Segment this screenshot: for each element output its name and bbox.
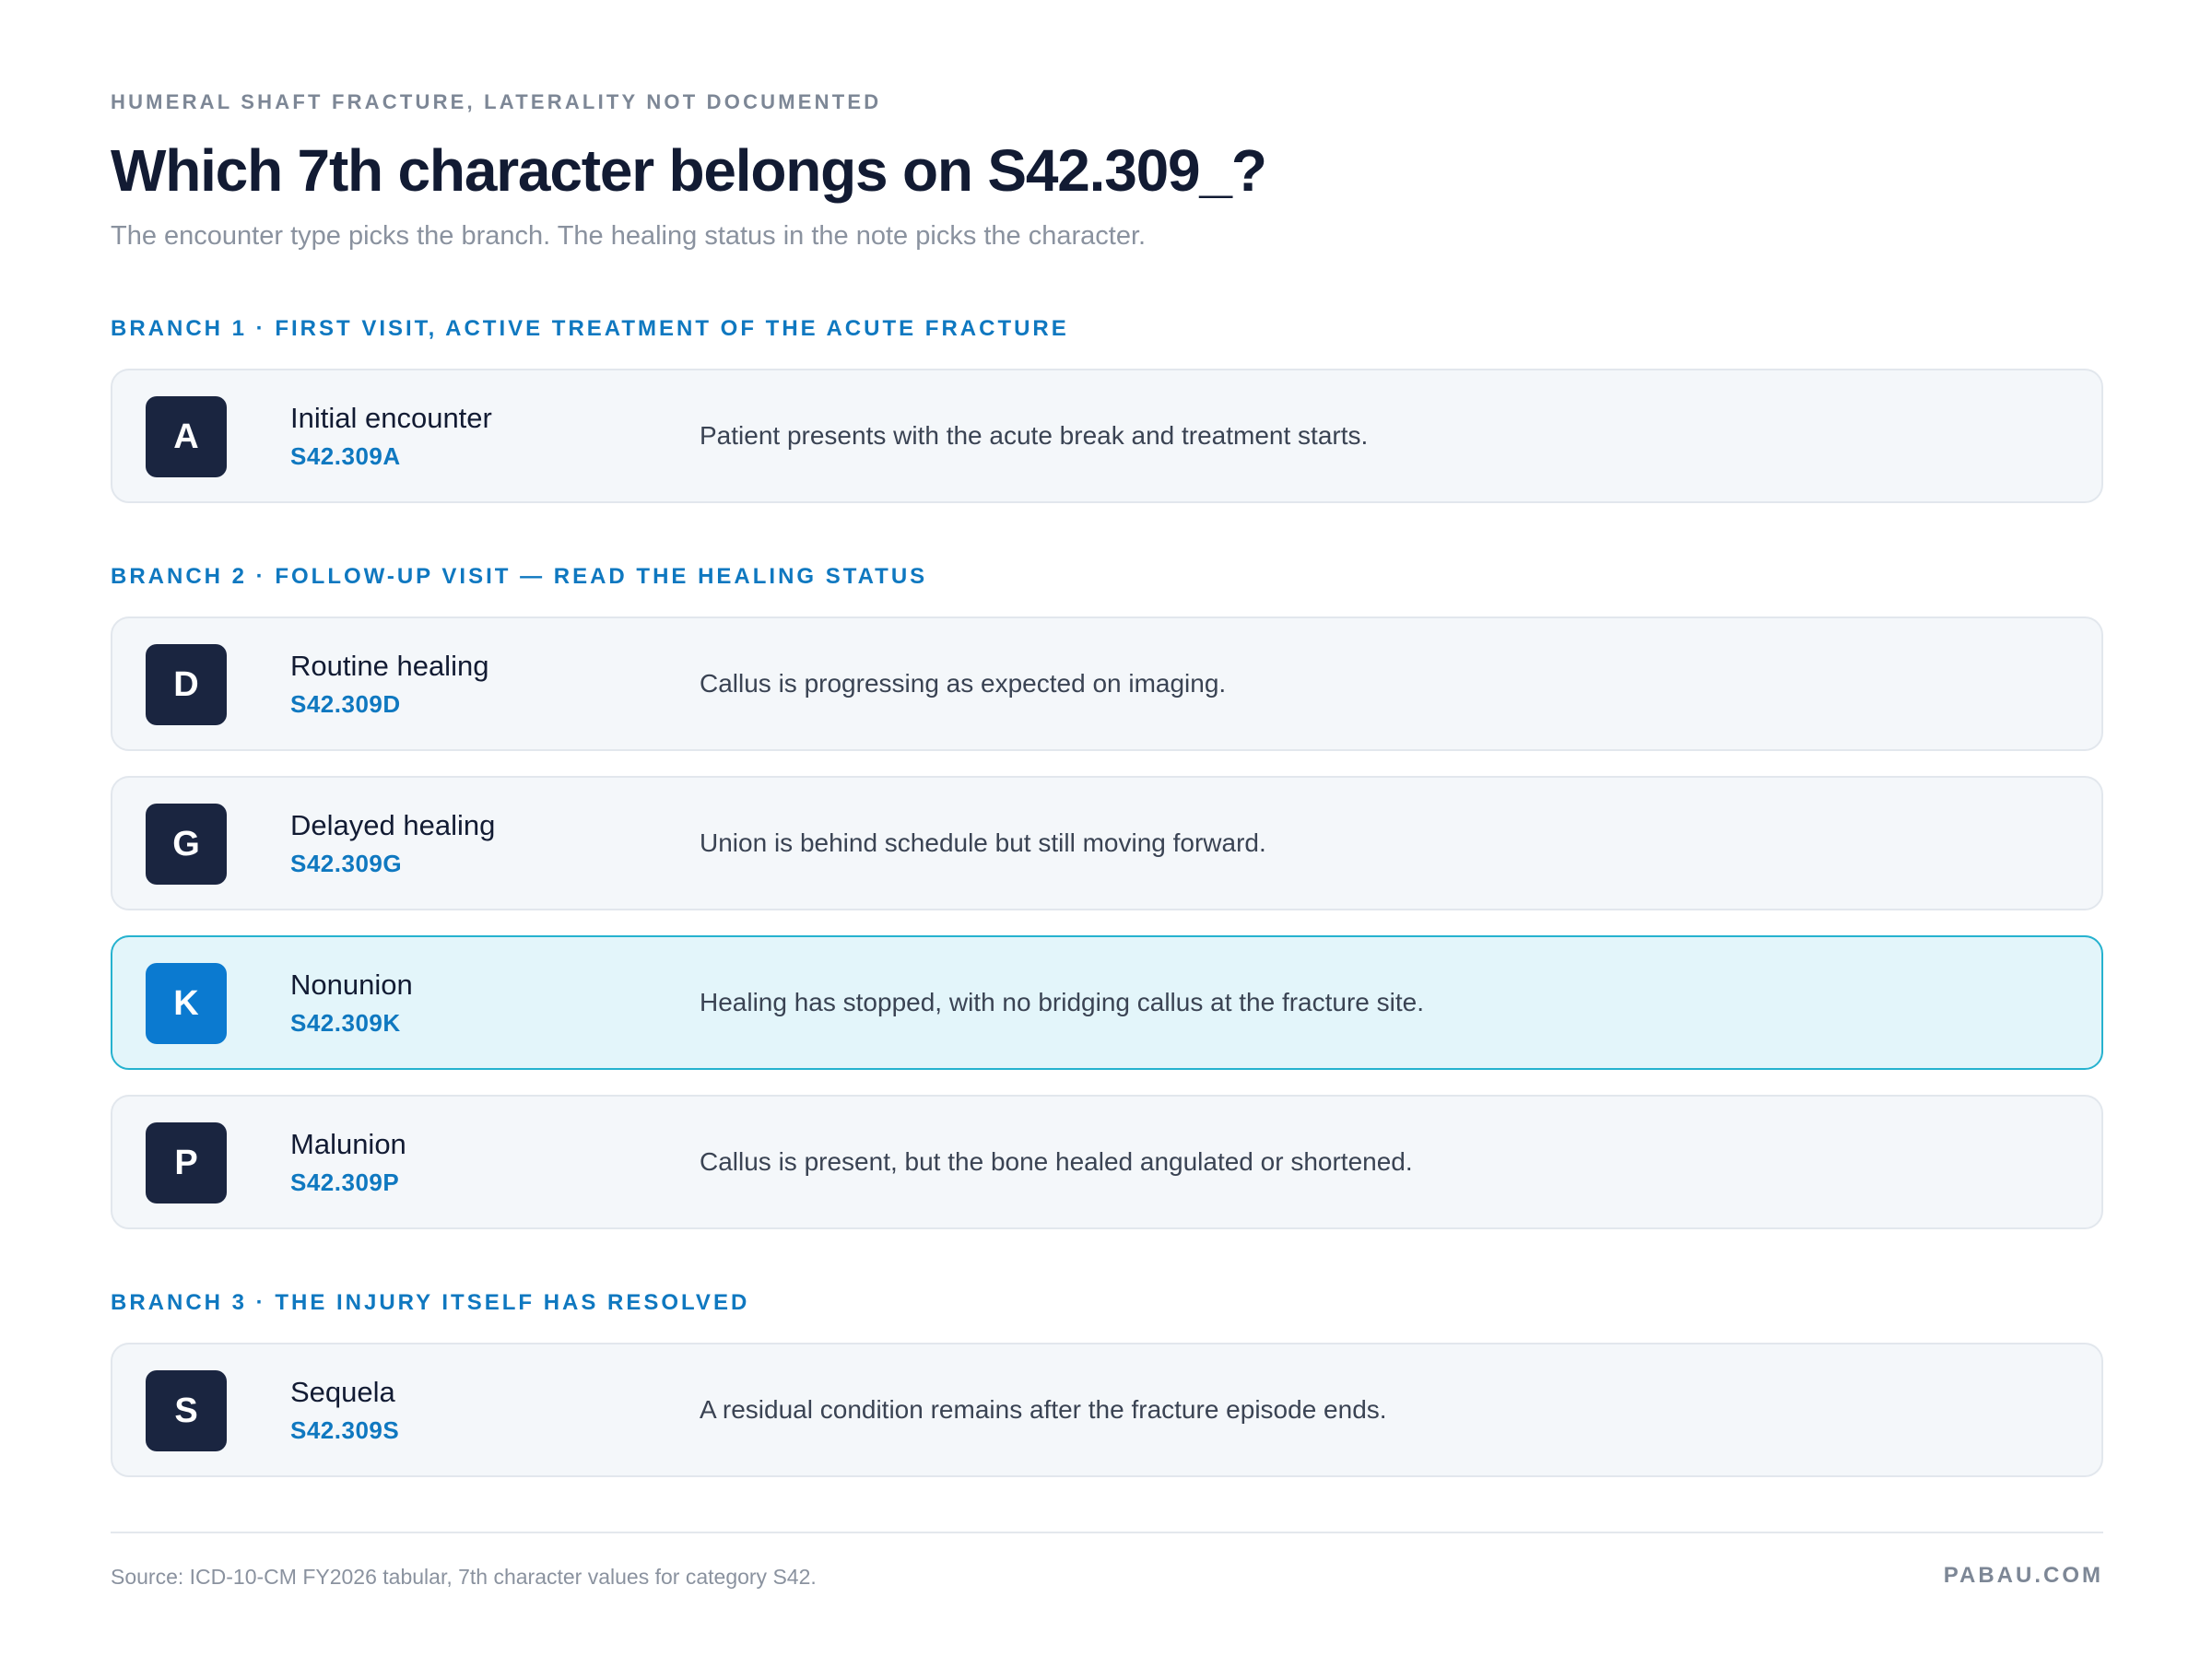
character-badge: K <box>146 963 227 1044</box>
option-name: Routine healing <box>290 650 489 682</box>
character-badge: D <box>146 644 227 725</box>
branch-1-label: BRANCH 1 · FIRST VISIT, ACTIVE TREATMENT… <box>111 316 1069 341</box>
character-badge: S <box>146 1370 227 1451</box>
option-description: Callus is present, but the bone healed a… <box>700 1147 1413 1176</box>
option-name: Sequela <box>290 1376 395 1408</box>
option-name: Malunion <box>290 1128 406 1160</box>
option-card-k-highlighted: K Nonunion S42.309K Healing has stopped,… <box>111 935 2103 1070</box>
branch-2-label: BRANCH 2 · FOLLOW-UP VISIT — READ THE HE… <box>111 564 928 589</box>
character-badge: A <box>146 396 227 477</box>
option-code: S42.309K <box>290 1009 401 1037</box>
option-code: S42.309A <box>290 442 401 470</box>
option-code: S42.309S <box>290 1416 400 1444</box>
eyebrow: HUMERAL SHAFT FRACTURE, LATERALITY NOT D… <box>111 90 882 113</box>
option-code: S42.309D <box>290 690 401 718</box>
option-card-g: G Delayed healing S42.309G Union is behi… <box>111 776 2103 910</box>
branch-3-label: BRANCH 3 · THE INJURY ITSELF HAS RESOLVE… <box>111 1290 750 1315</box>
brand-logo-text: PABAU.COM <box>1943 1563 2103 1588</box>
option-name: Initial encounter <box>290 402 492 434</box>
option-description: Healing has stopped, with no bridging ca… <box>700 988 1425 1016</box>
option-code: S42.309P <box>290 1168 400 1196</box>
option-description: Callus is progressing as expected on ima… <box>700 669 1227 698</box>
option-description: Patient presents with the acute break an… <box>700 421 1369 450</box>
option-name: Delayed healing <box>290 809 496 841</box>
option-card-p: P Malunion S42.309P Callus is present, b… <box>111 1095 2103 1229</box>
footer-divider <box>111 1532 2103 1533</box>
option-card-a: A Initial encounter S42.309A Patient pre… <box>111 369 2103 503</box>
source-note: Source: ICD-10-CM FY2026 tabular, 7th ch… <box>111 1565 817 1589</box>
option-description: Union is behind schedule but still movin… <box>700 828 1266 857</box>
option-description: A residual condition remains after the f… <box>700 1395 1387 1424</box>
option-code: S42.309G <box>290 850 403 877</box>
page-subtitle: The encounter type picks the branch. The… <box>111 221 1147 251</box>
character-badge: G <box>146 804 227 885</box>
page-title: Which 7th character belongs on S42.309_? <box>111 137 1267 204</box>
character-badge: P <box>146 1122 227 1203</box>
option-card-s: S Sequela S42.309S A residual condition … <box>111 1343 2103 1477</box>
option-name: Nonunion <box>290 969 413 1001</box>
option-card-d: D Routine healing S42.309D Callus is pro… <box>111 616 2103 751</box>
